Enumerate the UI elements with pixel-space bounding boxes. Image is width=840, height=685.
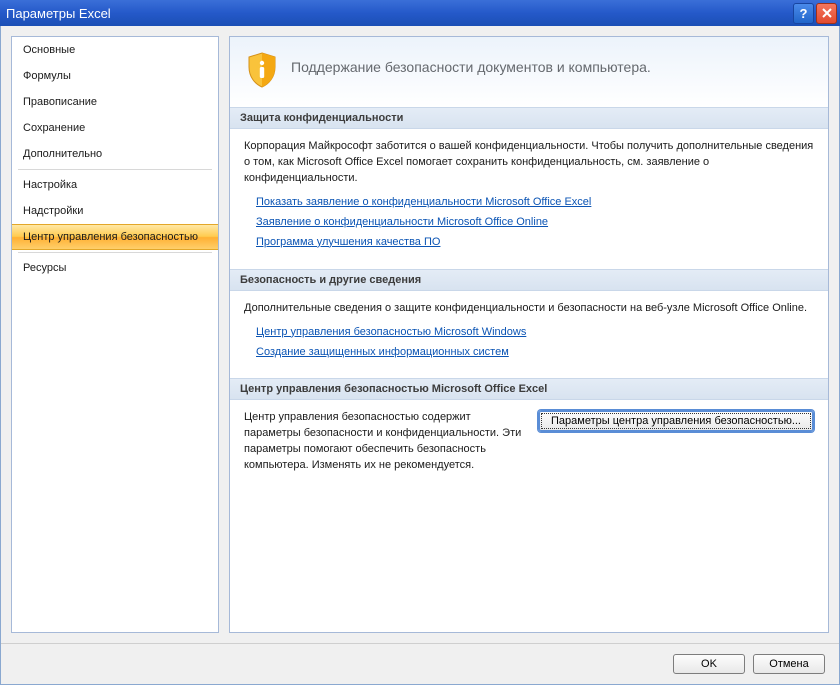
sidebar-item-customize[interactable]: Настройка xyxy=(12,172,218,198)
sidebar-item-formulas[interactable]: Формулы xyxy=(12,63,218,89)
sidebar: Основные Формулы Правописание Сохранение… xyxy=(11,36,219,633)
close-icon xyxy=(822,8,832,18)
link-privacy-statement-online[interactable]: Заявление о конфиденциальности Microsoft… xyxy=(256,215,548,231)
cancel-button[interactable]: Отмена xyxy=(753,654,825,674)
sidebar-separator xyxy=(18,252,212,253)
sidebar-item-advanced[interactable]: Дополнительно xyxy=(12,141,218,167)
help-button[interactable]: ? xyxy=(793,3,814,24)
link-trust-center-windows[interactable]: Центр управления безопасностью Microsoft… xyxy=(256,325,526,341)
dialog-button-row: OK Отмена xyxy=(1,643,839,684)
security-body: Дополнительные сведения о защите конфиде… xyxy=(244,301,814,317)
trust-center-settings-button[interactable]: Параметры центра управления безопасность… xyxy=(538,410,814,432)
window-title: Параметры Excel xyxy=(6,6,793,21)
sidebar-item-save[interactable]: Сохранение xyxy=(12,115,218,141)
trust-center-body: Центр управления безопасностью содержит … xyxy=(244,410,524,474)
close-button[interactable] xyxy=(816,3,837,24)
section-header-trust-center: Центр управления безопасностью Microsoft… xyxy=(230,378,828,400)
link-privacy-statement-excel[interactable]: Показать заявление о конфиденциальности … xyxy=(256,195,591,211)
sidebar-item-addins[interactable]: Надстройки xyxy=(12,198,218,224)
link-improvement-program[interactable]: Программа улучшения качества ПО xyxy=(256,235,440,251)
sidebar-separator xyxy=(18,169,212,170)
sidebar-item-resources[interactable]: Ресурсы xyxy=(12,255,218,281)
shield-icon xyxy=(246,51,278,89)
link-secure-systems[interactable]: Создание защищенных информационных систе… xyxy=(256,345,509,361)
section-header-privacy: Защита конфиденциальности xyxy=(230,107,828,129)
ok-button[interactable]: OK xyxy=(673,654,745,674)
titlebar: Параметры Excel ? xyxy=(0,0,840,26)
privacy-body: Корпорация Майкрософт заботится о вашей … xyxy=(244,139,814,187)
banner-text: Поддержание безопасности документов и ко… xyxy=(291,51,651,75)
sidebar-item-general[interactable]: Основные xyxy=(12,37,218,63)
main-panel: Поддержание безопасности документов и ко… xyxy=(229,36,829,633)
banner: Поддержание безопасности документов и ко… xyxy=(230,37,828,107)
sidebar-item-trust-center[interactable]: Центр управления безопасностью xyxy=(12,224,218,250)
sidebar-item-proofing[interactable]: Правописание xyxy=(12,89,218,115)
section-header-security: Безопасность и другие сведения xyxy=(230,269,828,291)
